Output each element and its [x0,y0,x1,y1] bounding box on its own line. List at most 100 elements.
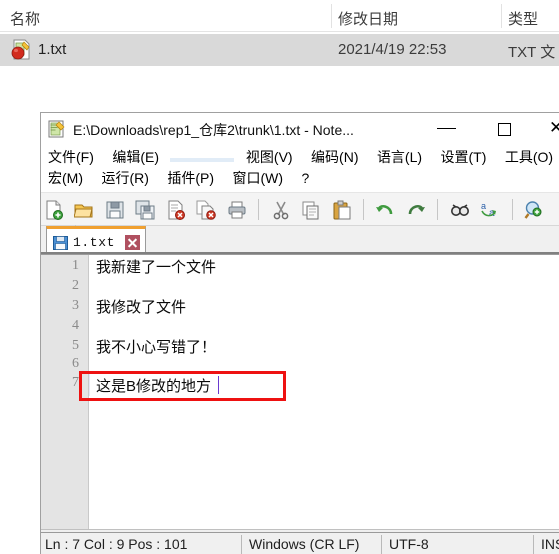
menu-item-search[interactable] [170,158,235,162]
explorer-empty-space [0,66,559,95]
table-row[interactable]: 1.txt 2021/4/19 22:53 TXT 文 [0,34,559,66]
tab-label: 1.txt [73,235,116,250]
code-line: 我不小心写错了！ [96,339,217,356]
zoom-in-button[interactable] [521,197,547,223]
toolbar-separator [433,197,442,221]
file-name-cell[interactable]: 1.txt [38,41,66,58]
status-insert-mode: INS [541,536,559,552]
code-line: 我修改了文件 [96,299,187,316]
menu-row-2: 宏(M) 运行(R) 插件(P) 窗口(W) ? [41,168,559,189]
status-line-ending: Windows (CR LF) [249,536,360,552]
copy-button[interactable] [298,197,324,223]
menu-item-edit[interactable]: 编辑(E) [105,147,166,168]
tab-1txt[interactable]: 1.txt [46,226,146,253]
menu-item-plugins[interactable]: 插件(P) [160,168,221,189]
toolbar-separator [359,197,368,221]
svg-text:a: a [481,201,486,211]
close-all-files-button[interactable] [193,197,219,223]
line-number: 1 [72,258,79,273]
menu-item-run[interactable]: 运行(R) [94,168,155,189]
close-file-icon [168,200,185,220]
open-file-icon [74,204,94,218]
save-icon [106,201,124,219]
annotation-highlight-box [79,371,286,401]
screen: ^ 名称 修改日期 类型 1.txt 2021/4/19 22:53 TXT 文 [0,0,559,554]
redo-button[interactable] [403,197,429,223]
save-all-button[interactable] [132,197,158,223]
tab-bar: 1.txt [41,226,559,254]
paste-icon [333,200,351,220]
menu-item-macro[interactable]: 宏(M) [41,168,90,189]
menu-bar: 文件(F) 编辑(E) 视图(V) 编码(N) 语言(L) 设置(T) 工具(O… [41,145,559,192]
replace-icon: a a [481,201,497,219]
menu-item-language[interactable]: 语言(L) [370,147,429,168]
print-button[interactable] [224,197,250,223]
header-bottom-rule [0,31,559,32]
paste-button[interactable] [329,197,355,223]
status-encoding: UTF-8 [389,536,429,552]
menu-item-file[interactable]: 文件(F) [41,147,101,168]
code-line: 我新建了一个文件 [96,259,217,276]
print-icon [228,201,246,219]
menu-item-settings[interactable]: 设置(T) [434,147,494,168]
close-all-files-icon [196,200,217,220]
close-file-button[interactable] [163,197,189,223]
column-divider[interactable] [331,4,332,28]
toolbar-separator [254,197,263,221]
copy-icon [302,201,319,220]
replace-button[interactable]: a a [477,197,503,223]
new-file-button[interactable] [41,197,67,223]
text-editor[interactable]: 1 2 3 4 5 6 7 我新建了一个文件 我修改了文件 我不小心写错了！ 这… [41,254,559,536]
line-number: 4 [72,318,79,333]
title-bar[interactable]: E:\Downloads\rep1_仓库2\trunk\1.txt - Note… [41,113,559,145]
minimize-icon [437,128,456,129]
new-file-icon [46,200,63,220]
menu-item-encoding[interactable]: 编码(N) [304,147,365,168]
menu-item-help[interactable]: ? [294,168,316,189]
menu-item-view[interactable]: 视图(V) [239,147,300,168]
undo-icon [376,204,393,215]
save-all-icon [135,200,155,220]
column-header-modified-date[interactable]: 修改日期 [338,8,398,29]
column-header-name[interactable]: 名称 [10,8,40,29]
maximize-button[interactable] [484,113,530,145]
file-modified-cell: 2021/4/19 22:53 [338,41,447,58]
zoom-in-icon [524,201,542,219]
saved-floppy-icon [53,236,68,250]
cut-icon [273,201,288,220]
column-divider[interactable] [501,4,502,28]
status-separator [381,535,382,554]
minimize-button[interactable] [424,113,470,145]
menu-row-1: 文件(F) 编辑(E) 视图(V) 编码(N) 语言(L) 设置(T) 工具(O… [41,147,559,168]
find-button[interactable] [447,197,473,223]
column-header-type[interactable]: 类型 [508,8,538,29]
status-cursor-position: Ln : 7 Col : 9 Pos : 101 [45,536,188,552]
notepadpp-file-icon [11,39,30,60]
close-icon: ✕ [549,120,559,137]
status-separator [533,535,534,554]
file-type-cell: TXT 文 [508,44,556,61]
save-button[interactable] [102,197,128,223]
line-number: 3 [72,298,79,313]
open-file-button[interactable] [71,197,97,223]
menu-item-window[interactable]: 窗口(W) [225,168,290,189]
close-tab-icon[interactable] [125,235,140,250]
status-bar: Ln : 7 Col : 9 Pos : 101 Windows (CR LF)… [41,532,559,554]
line-number: 6 [72,356,79,371]
redo-icon [408,204,425,215]
status-separator [241,535,242,554]
file-explorer-pane: ^ 名称 修改日期 类型 1.txt 2021/4/19 22:53 TXT 文 [0,0,559,95]
cut-button[interactable] [268,197,294,223]
close-window-button[interactable]: ✕ [544,113,559,145]
explorer-column-header: 名称 修改日期 类型 [0,0,559,32]
find-icon [450,204,469,216]
maximize-icon [498,123,511,136]
window-title: E:\Downloads\rep1_仓库2\trunk\1.txt - Note… [73,122,354,138]
menu-item-tools[interactable]: 工具(O) [498,147,559,168]
line-number: 7 [72,375,79,390]
line-number: 2 [72,278,79,293]
undo-button[interactable] [372,197,398,223]
toolbar: a a [41,193,559,246]
notepadpp-icon [48,120,65,138]
line-number: 5 [72,338,79,353]
